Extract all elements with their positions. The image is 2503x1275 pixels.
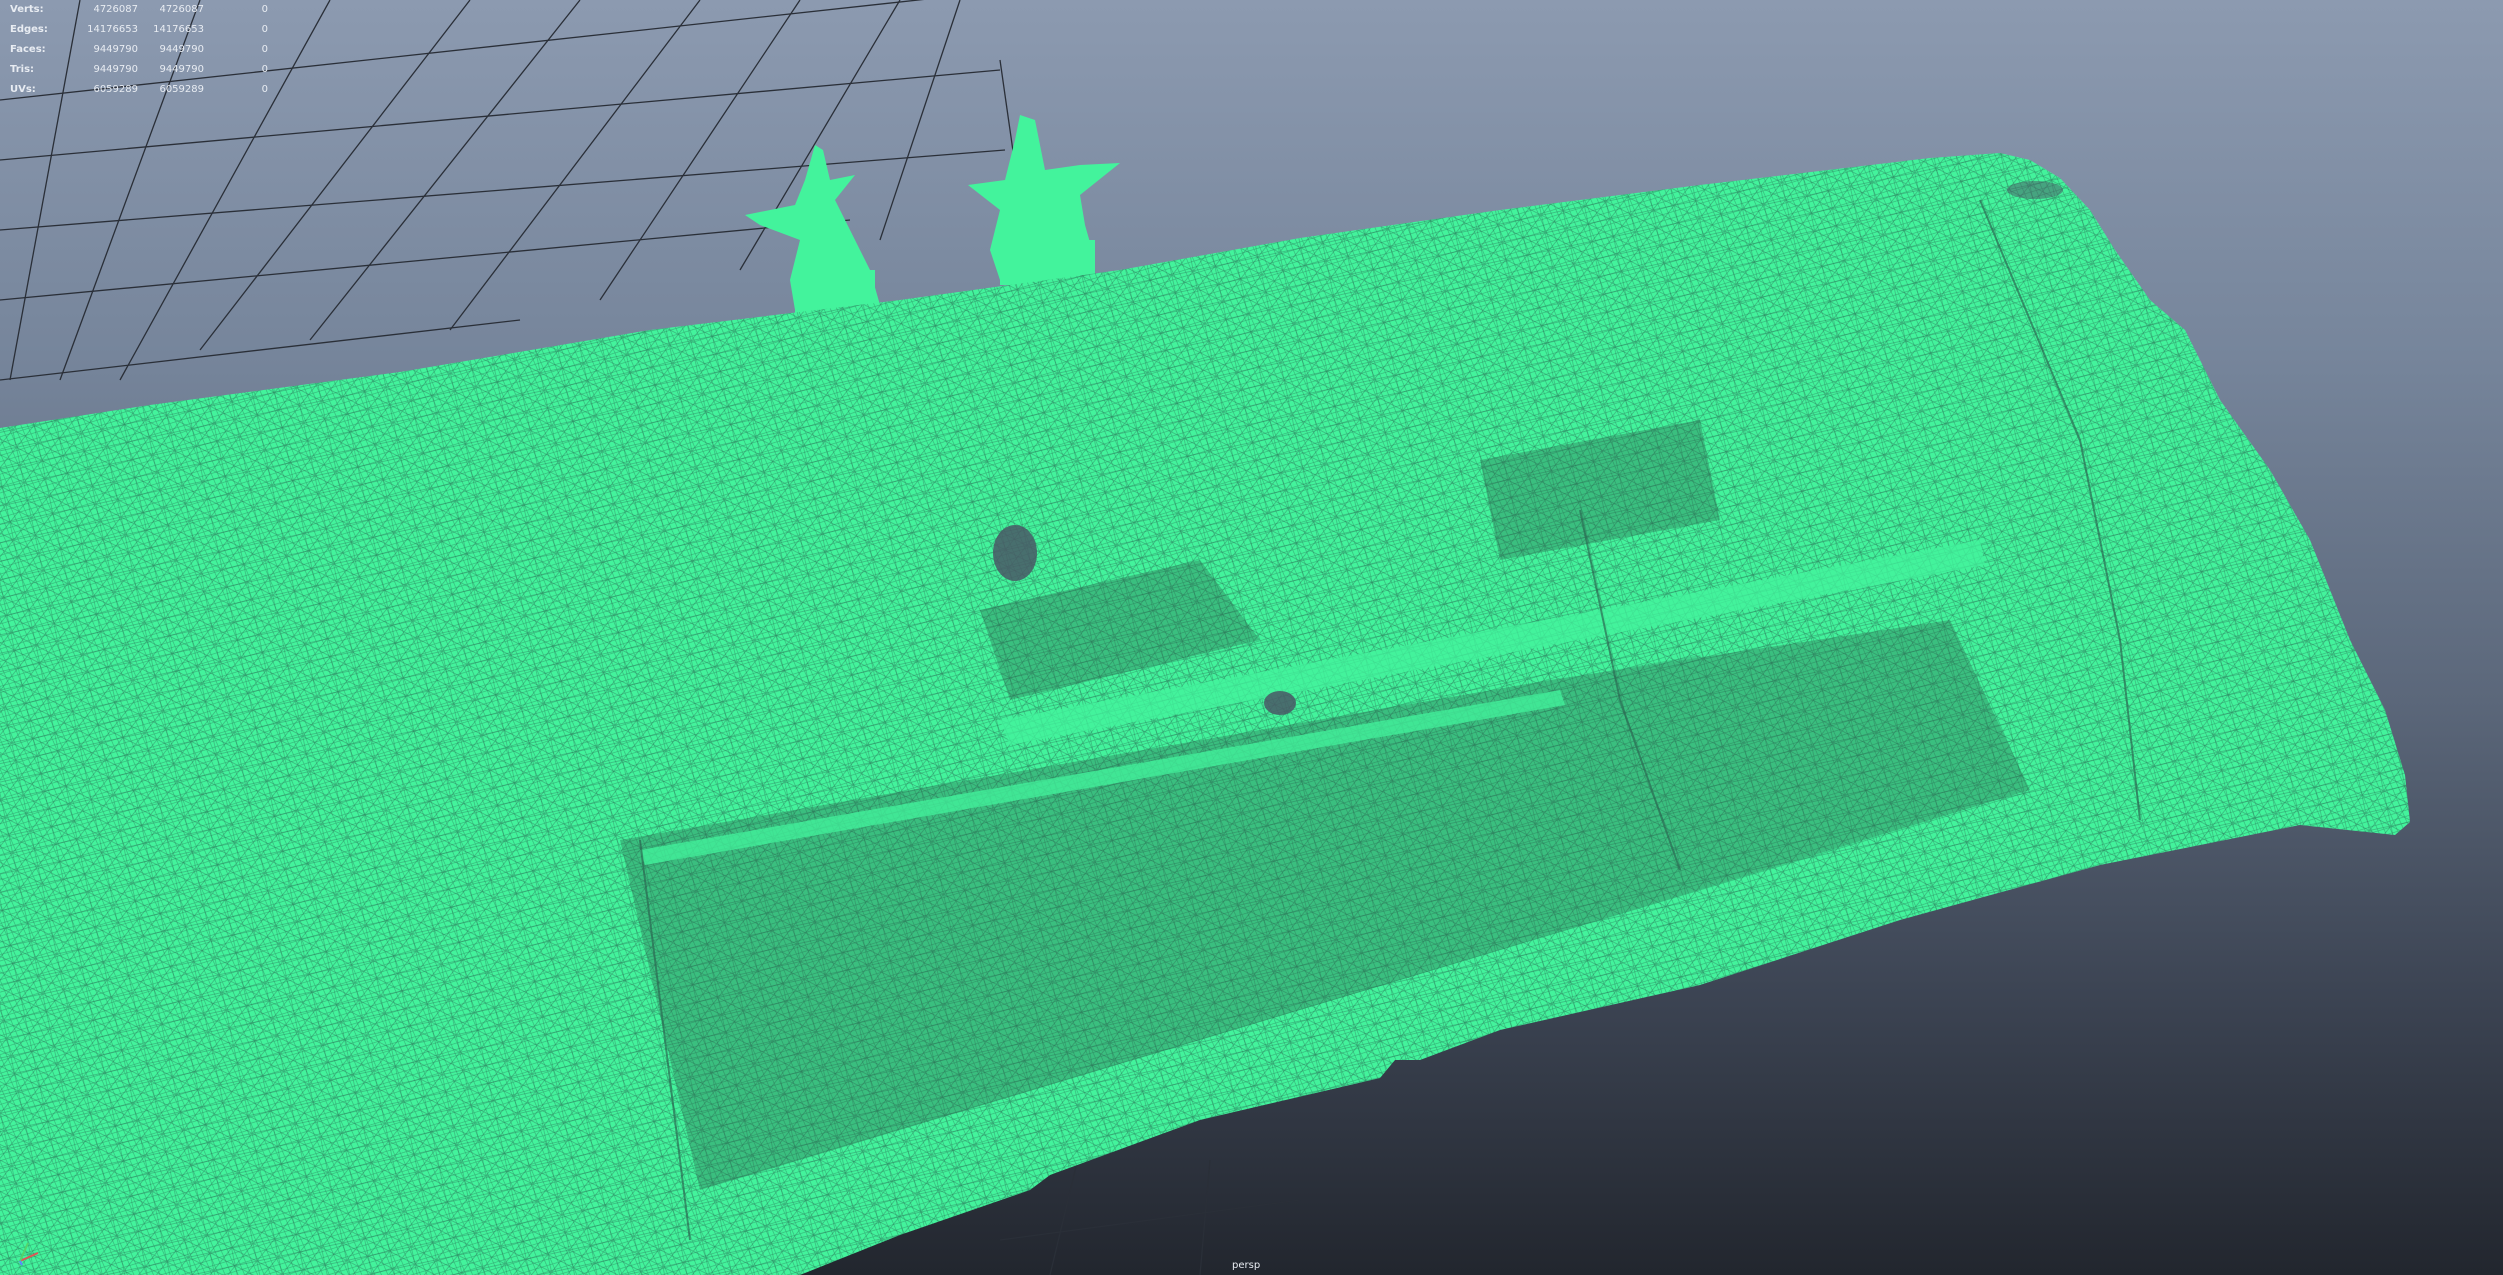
hud-value-components: 0 [261,64,268,75]
scene-canvas[interactable] [0,0,2503,1275]
hud-row-faces: Faces: 9449790 9449790 0 [10,40,268,60]
hud-label: Faces: [10,44,46,55]
hud-label: Verts: [10,4,44,15]
hud-row-uvs: UVs: 6059289 6059289 0 [10,80,268,100]
hud-value-object: 4726087 [93,4,138,15]
hud-row-tris: Tris: 9449790 9449790 0 [10,60,268,80]
camera-name-label: persp [1232,1260,1261,1271]
xyz-axis-gizmo-icon [19,1242,39,1266]
hud-label: Tris: [10,64,35,75]
hud-value-object: 14176653 [87,24,138,35]
hud-row-edges: Edges: 14176653 14176653 0 [10,20,268,40]
scanned-mesh [0,153,2410,1275]
hud-label: Edges: [10,24,48,35]
hud-value-selected: 9449790 [159,64,204,75]
hud-value-object: 9449790 [93,44,138,55]
hud-value-components: 0 [261,24,268,35]
figurine-right [968,115,1120,285]
3d-viewport[interactable]: Verts: 4726087 4726087 0 Edges: 14176653… [0,0,2503,1275]
figurine-left [745,145,880,315]
poly-count-hud: Verts: 4726087 4726087 0 Edges: 14176653… [10,0,268,100]
hud-value-object: 6059289 [93,84,138,95]
hud-value-selected: 6059289 [159,84,204,95]
hud-value-components: 0 [261,44,268,55]
hud-value-components: 0 [261,4,268,15]
hud-label: UVs: [10,84,36,95]
hud-value-object: 9449790 [93,64,138,75]
hud-value-components: 0 [261,84,268,95]
hud-value-selected: 14176653 [153,24,204,35]
hud-value-selected: 4726087 [159,4,204,15]
hud-value-selected: 9449790 [159,44,204,55]
hud-row-verts: Verts: 4726087 4726087 0 [10,0,268,20]
